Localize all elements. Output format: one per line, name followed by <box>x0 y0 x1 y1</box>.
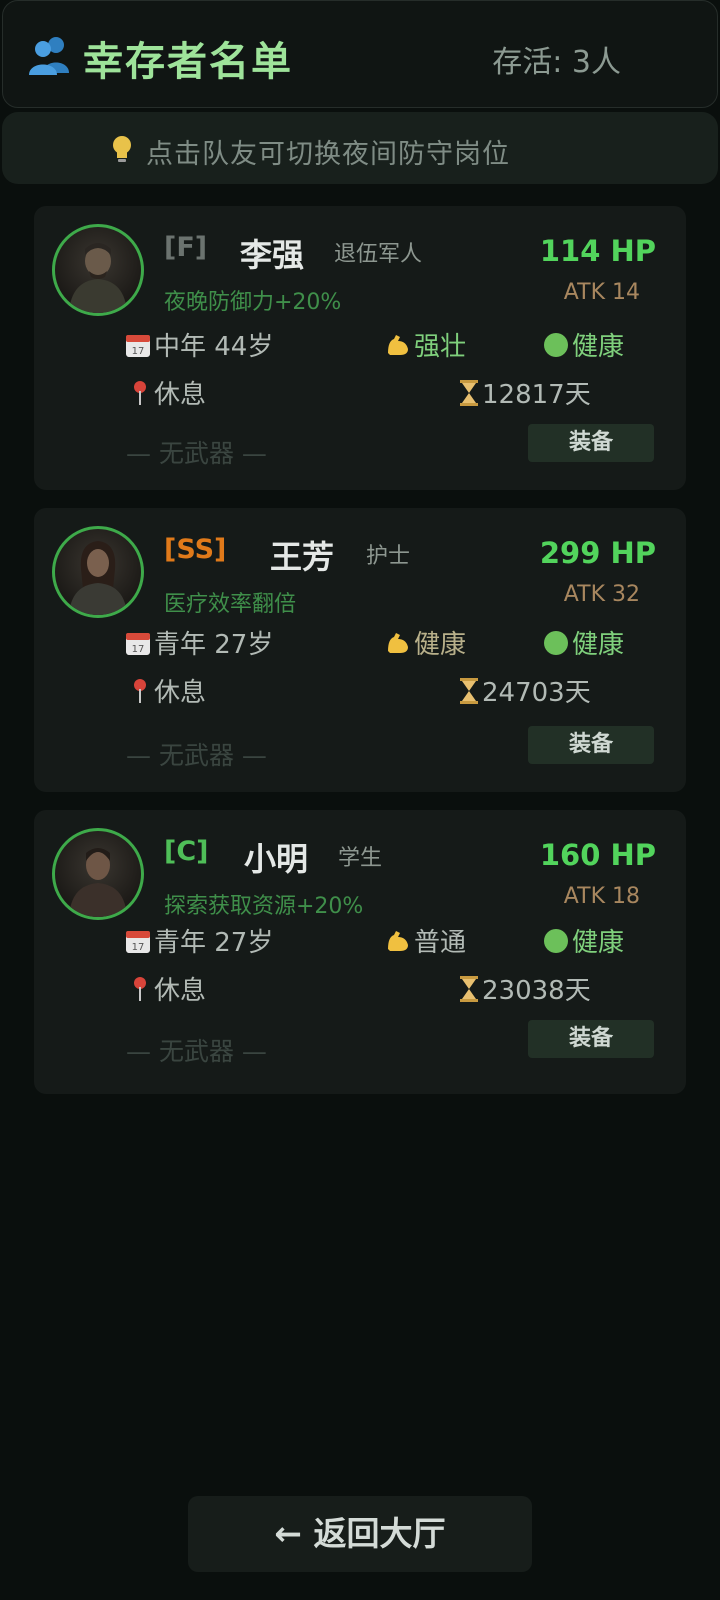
survivor-location: 休息 <box>128 970 206 1007</box>
survivor-rank: [F] <box>164 232 208 263</box>
page-title: 幸存者名单 <box>83 39 293 85</box>
survivor-hp: 299 HP <box>539 536 656 570</box>
survivor-days-text: 24703天 <box>482 678 591 708</box>
equip-button[interactable]: 装备 <box>528 1020 654 1058</box>
survivor-job: 学生 <box>338 846 383 871</box>
survivor-location: 休息 <box>128 374 206 411</box>
svg-text:17: 17 <box>132 644 145 655</box>
hourglass-icon <box>460 677 478 704</box>
survivor-days: 24703天 <box>458 672 591 709</box>
pin-icon <box>134 380 146 405</box>
survivor-card[interactable]: [F] 李强 退伍军人 114 HP ATK 14 夜晚防御力+20% 17 中… <box>34 206 686 490</box>
survivor-atk: ATK 32 <box>563 582 640 607</box>
survivor-name: 小明 <box>244 840 309 878</box>
survivor-trait: 医疗效率翻倍 <box>164 592 297 617</box>
flexed-biceps-icon <box>388 632 408 653</box>
flexed-biceps-icon <box>388 930 408 951</box>
hint-text: 点击队友可切换夜间防守岗位 <box>146 139 510 170</box>
survivor-hp: 160 HP <box>539 838 656 872</box>
survivor-location-text: 休息 <box>154 380 207 410</box>
back-to-lobby-button[interactable]: ← 返回大厅 <box>188 1496 532 1572</box>
survivor-body: 普通 <box>384 922 466 959</box>
survivor-location: 休息 <box>128 672 206 709</box>
hourglass-icon <box>460 975 478 1002</box>
weapon-status: — 无武器 — <box>126 1037 267 1066</box>
calendar-icon: 17 <box>126 334 150 357</box>
survivor-avatar <box>52 224 144 316</box>
flexed-biceps-icon <box>388 334 408 355</box>
survivor-health: 健康 <box>542 326 624 363</box>
survivor-age: 17 青年 27岁 <box>124 922 273 959</box>
green-circle-icon <box>544 332 568 357</box>
svg-text:17: 17 <box>132 346 145 357</box>
hourglass-icon <box>460 379 478 406</box>
survivor-body-text: 普通 <box>414 928 467 958</box>
survivor-card[interactable]: [SS] 王芳 护士 299 HP ATK 32 医疗效率翻倍 17 青年 27… <box>34 508 686 792</box>
pin-icon <box>134 678 146 703</box>
survivor-body-text: 健康 <box>414 630 467 660</box>
survivor-body: 健康 <box>384 624 466 661</box>
survivor-days-text: 23038天 <box>482 976 591 1006</box>
survivor-health: 健康 <box>542 624 624 661</box>
weapon-status: — 无武器 — <box>126 741 267 770</box>
survivor-location-text: 休息 <box>154 976 207 1006</box>
survivor-atk: ATK 18 <box>563 884 640 909</box>
survivor-body: 强壮 <box>384 326 466 363</box>
calendar-icon: 17 <box>126 632 150 655</box>
weapon-status: — 无武器 — <box>126 439 267 468</box>
calendar-icon: 17 <box>126 930 150 953</box>
green-circle-icon <box>544 630 568 655</box>
survivor-age-text: 青年 27岁 <box>154 630 274 660</box>
survivor-health: 健康 <box>542 922 624 959</box>
survivor-days-text: 12817天 <box>482 380 591 410</box>
lightbulb-icon <box>113 136 131 162</box>
survivor-days: 12817天 <box>458 374 591 411</box>
alive-count: 存活: 3人 <box>492 45 621 80</box>
survivor-age-text: 青年 27岁 <box>154 928 274 958</box>
svg-text:17: 17 <box>132 942 145 953</box>
survivor-avatar <box>52 828 144 920</box>
survivor-age: 17 中年 44岁 <box>124 326 273 363</box>
survivor-health-text: 健康 <box>572 928 625 958</box>
survivor-age-text: 中年 44岁 <box>154 332 274 362</box>
survivor-name: 王芳 <box>270 538 335 576</box>
survivor-job: 护士 <box>366 544 411 569</box>
survivor-trait: 探索获取资源+20% <box>164 894 364 919</box>
survivor-age: 17 青年 27岁 <box>124 624 273 661</box>
survivor-rank: [SS] <box>164 534 227 565</box>
equip-button[interactable]: 装备 <box>528 726 654 764</box>
survivor-list-screen: 幸存者名单 存活: 3人 点击队友可切换夜间防守岗位 [F] 李强 退伍军人 1… <box>0 0 720 1600</box>
survivor-avatar <box>52 526 144 618</box>
survivor-health-text: 健康 <box>572 332 625 362</box>
users-icon <box>29 37 69 75</box>
pin-icon <box>134 976 146 1001</box>
survivor-trait: 夜晚防御力+20% <box>164 290 342 315</box>
survivor-job: 退伍军人 <box>334 242 423 267</box>
survivor-health-text: 健康 <box>572 630 625 660</box>
survivor-body-text: 强壮 <box>414 332 467 362</box>
survivor-days: 23038天 <box>458 970 591 1007</box>
survivor-rank: [C] <box>164 836 209 867</box>
equip-button[interactable]: 装备 <box>528 424 654 462</box>
hint-bar: 点击队友可切换夜间防守岗位 <box>2 112 718 184</box>
survivor-atk: ATK 14 <box>563 280 640 305</box>
header-panel: 幸存者名单 存活: 3人 <box>2 0 718 108</box>
survivor-location-text: 休息 <box>154 678 207 708</box>
survivor-hp: 114 HP <box>539 234 656 268</box>
green-circle-icon <box>544 928 568 953</box>
survivor-name: 李强 <box>240 236 305 274</box>
survivor-card[interactable]: [C] 小明 学生 160 HP ATK 18 探索获取资源+20% 17 青年… <box>34 810 686 1094</box>
